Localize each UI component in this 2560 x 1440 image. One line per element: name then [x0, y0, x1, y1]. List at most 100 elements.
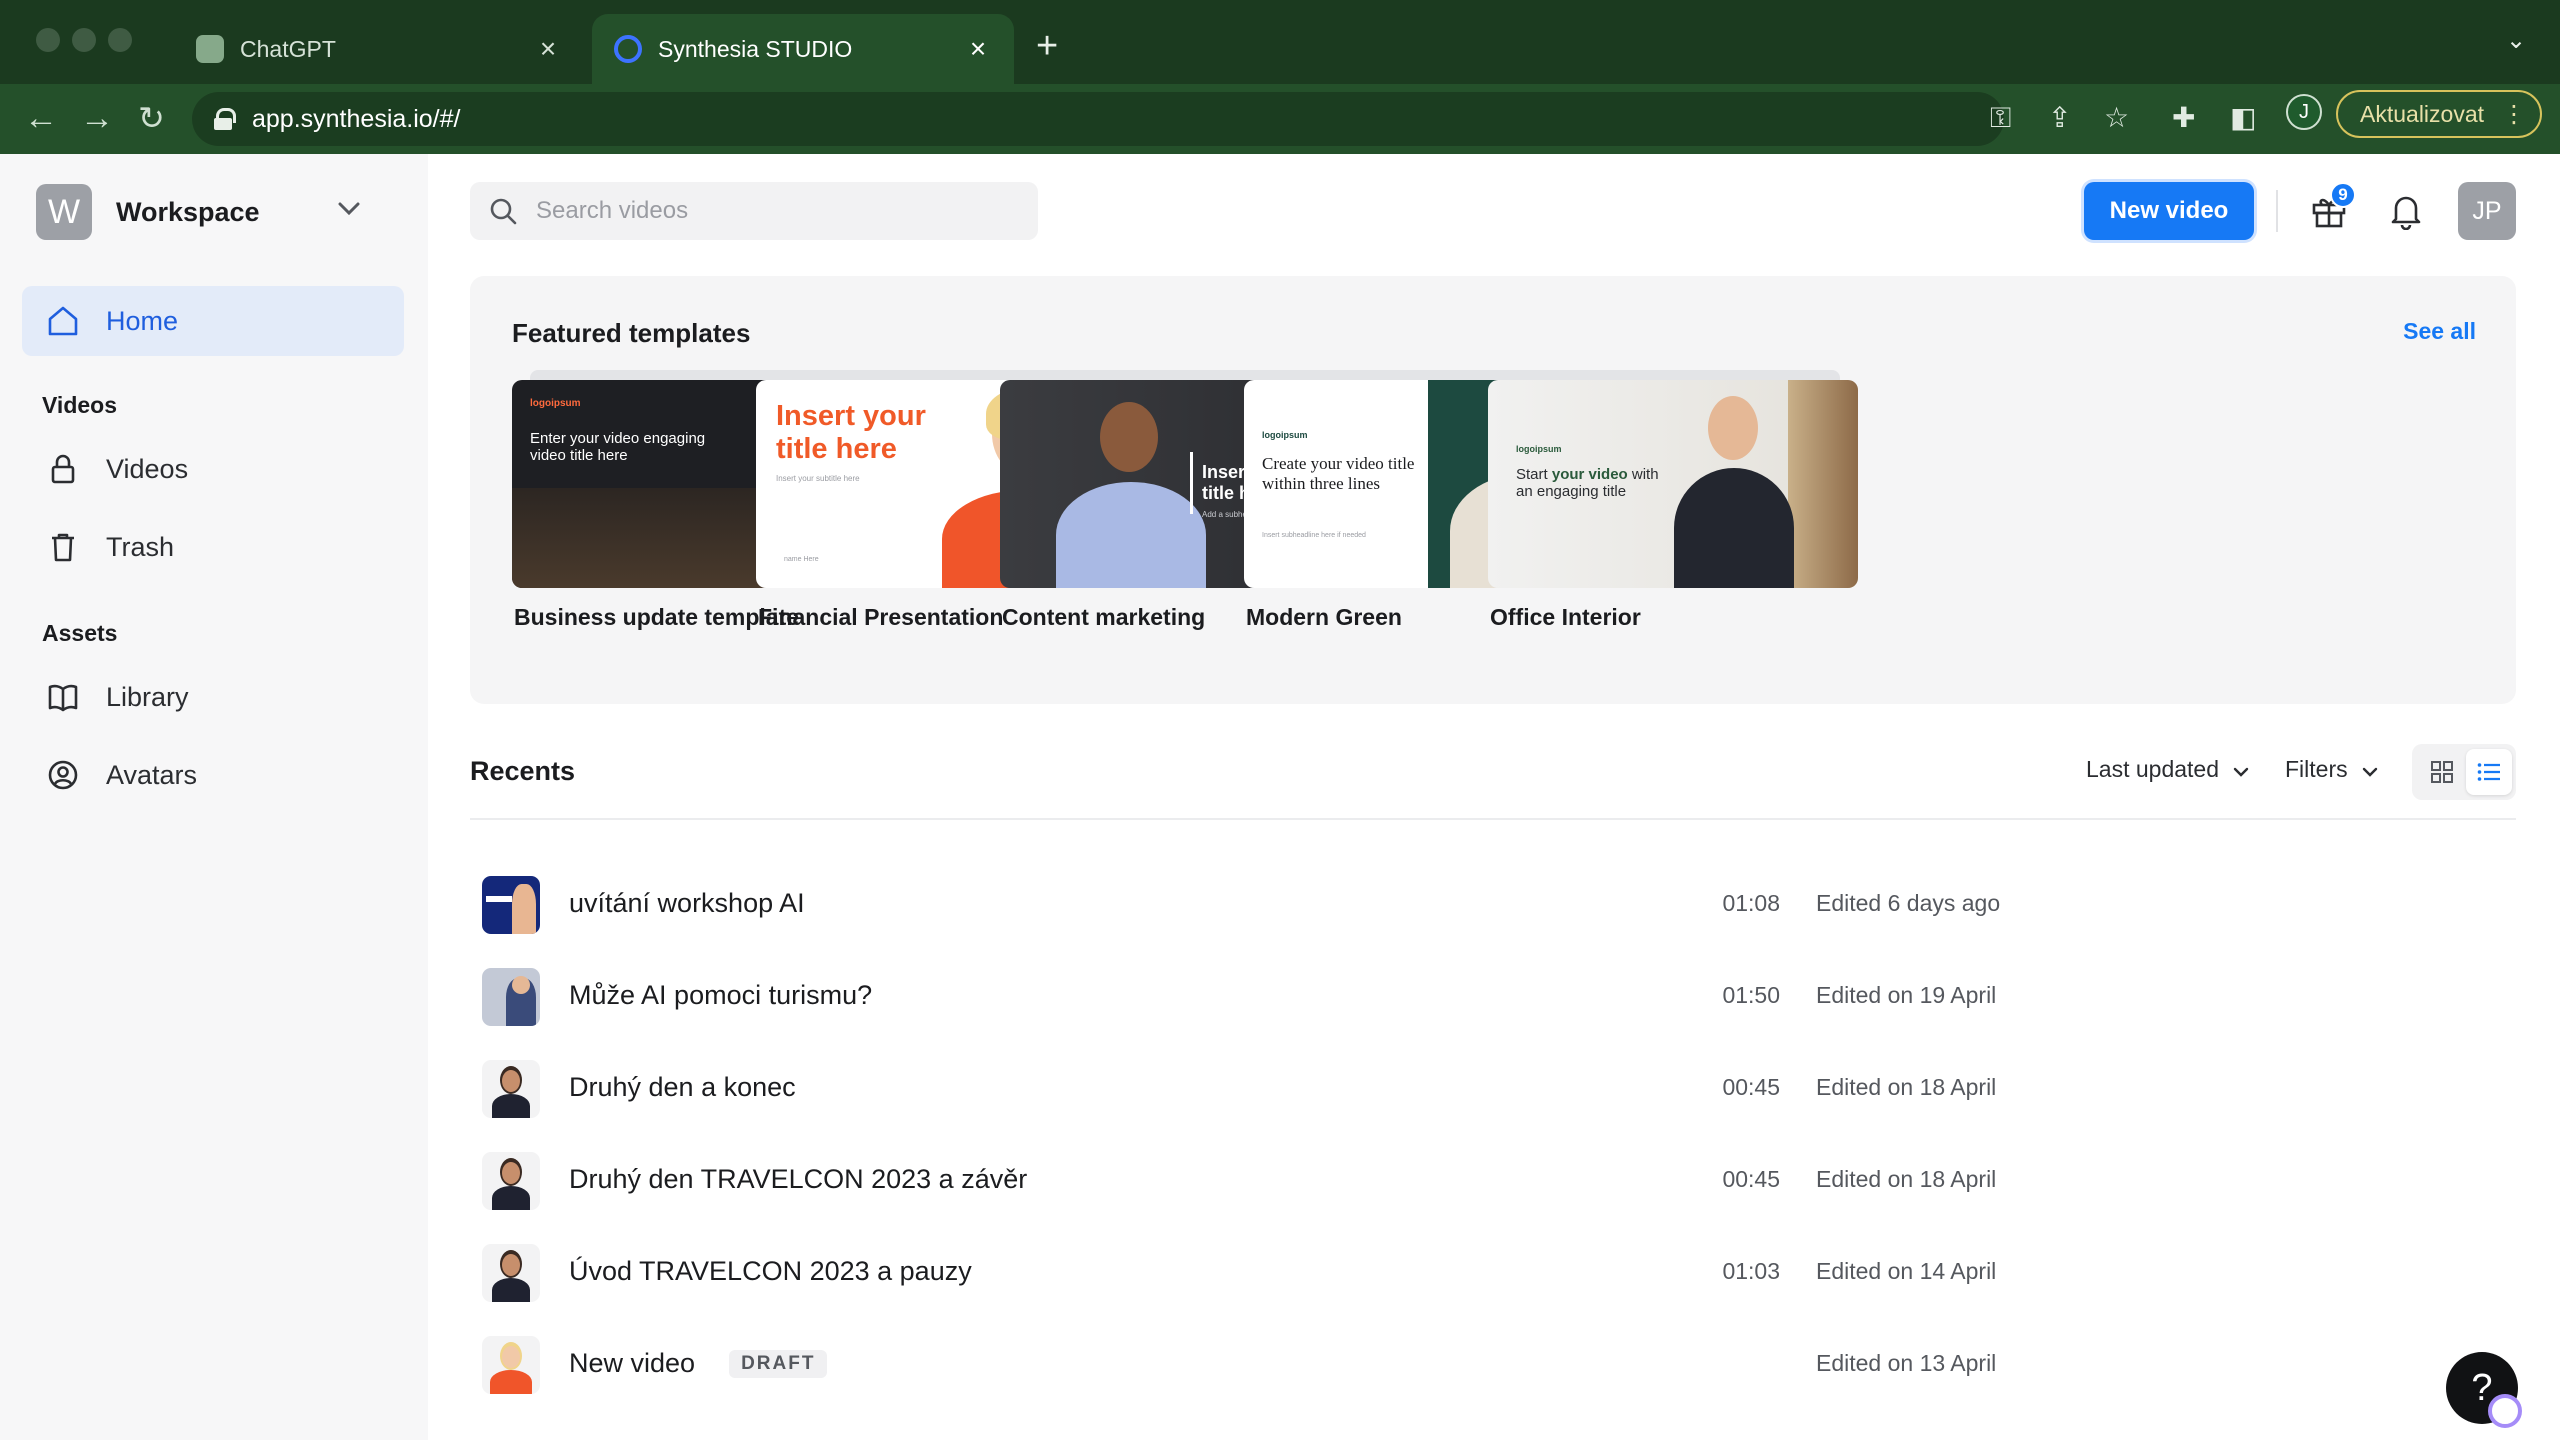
browser-update-button[interactable]: Aktualizovat ⋮ — [2336, 90, 2542, 138]
draft-badge: DRAFT — [729, 1350, 828, 1378]
sidebar-item-label: Trash — [106, 531, 175, 562]
share-icon[interactable]: ⇪ — [2048, 100, 2071, 136]
window-close-button[interactable] — [36, 28, 60, 52]
search-icon — [490, 198, 517, 225]
workspace-logo: W — [36, 184, 92, 240]
trash-icon — [52, 533, 74, 562]
featured-templates-panel: Featured templates See all logoipsum Ent… — [470, 276, 2516, 704]
table-row[interactable]: uvítání workshop AI 01:08 Edited 6 days … — [470, 858, 2516, 950]
home-icon — [48, 306, 78, 336]
table-row[interactable]: Druhý den a konec 00:45 Edited on 18 Apr… — [470, 1042, 2516, 1134]
url-text: app.synthesia.io/#/ — [252, 104, 461, 133]
update-label: Aktualizovat — [2360, 100, 2485, 127]
chevron-down-icon — [2234, 767, 2249, 777]
browser-tab-synthesia[interactable]: Synthesia STUDIO × — [592, 14, 1014, 84]
template-thumbnail: logoipsum Start your video with an engag… — [1488, 380, 1858, 588]
template-card-office-interior[interactable]: logoipsum Start your video with an engag… — [1488, 370, 1858, 631]
chatgpt-favicon-icon — [196, 35, 224, 63]
reload-icon[interactable]: ↻ — [138, 100, 165, 136]
chevron-down-icon[interactable] — [338, 196, 360, 222]
video-edited: Edited on 13 April — [1816, 1350, 1997, 1376]
sidebar-item-label: Videos — [106, 453, 189, 484]
browser-tab-chatgpt[interactable]: ChatGPT × — [174, 14, 584, 84]
browser-profile-avatar[interactable]: J — [2286, 94, 2322, 130]
window-zoom-button[interactable] — [108, 28, 132, 52]
video-duration: 01:08 — [1722, 890, 1780, 916]
video-thumbnail — [482, 1336, 540, 1394]
more-vertical-icon: ⋮ — [2502, 100, 2526, 128]
recents-divider — [470, 818, 2516, 820]
sidebar-item-videos[interactable]: Videos — [22, 438, 404, 500]
assistant-ring-icon[interactable] — [2488, 1394, 2522, 1428]
tab-title: ChatGPT — [240, 35, 336, 62]
grid-icon — [2431, 761, 2453, 783]
video-title: uvítání workshop AI — [569, 888, 805, 918]
extensions-puzzle-icon[interactable]: ✚ — [2172, 100, 2195, 136]
browser-tab-strip: ChatGPT × Synthesia STUDIO × + ⌄ — [0, 0, 2560, 84]
video-thumbnail — [482, 1060, 540, 1118]
video-duration: 00:45 — [1722, 1166, 1780, 1192]
sidebar: W Workspace Home Videos Videos Trash Ass… — [0, 154, 428, 1440]
sidebar-item-home[interactable]: Home — [22, 286, 404, 356]
see-all-link[interactable]: See all — [2403, 318, 2476, 345]
view-toggle — [2412, 744, 2516, 800]
video-title: Druhý den a konec — [569, 1072, 796, 1102]
search-input[interactable] — [536, 197, 996, 225]
workspace-switcher[interactable]: W Workspace — [36, 184, 260, 240]
sidebar-item-label: Library — [106, 681, 189, 712]
video-title: Může AI pomoci turismu? — [569, 980, 873, 1010]
address-bar[interactable]: app.synthesia.io/#/ — [192, 92, 2004, 146]
video-title: Druhý den TRAVELCON 2023 a závěr — [569, 1164, 1028, 1194]
video-thumbnail — [482, 876, 540, 934]
tab-search-chevron-icon[interactable]: ⌄ — [2506, 26, 2526, 55]
sidebar-item-trash[interactable]: Trash — [22, 516, 404, 578]
featured-templates-title: Featured templates — [512, 318, 751, 348]
sidebar-item-avatars[interactable]: Avatars — [22, 744, 404, 806]
table-row[interactable]: Může AI pomoci turismu? 01:50 Edited on … — [470, 950, 2516, 1042]
video-duration: 01:50 — [1722, 982, 1780, 1008]
video-edited: Edited on 18 April — [1816, 1074, 1997, 1100]
list-view-button[interactable] — [2466, 749, 2512, 795]
window-minimize-button[interactable] — [72, 28, 96, 52]
browser-toolbar: ← → ↻ app.synthesia.io/#/ ⚿ ⇪ ☆ ✚ ◧ — [0, 84, 2560, 154]
table-row[interactable]: New video DRAFT Edited on 13 April — [470, 1318, 2516, 1410]
tab-close-icon[interactable]: × — [964, 35, 992, 63]
filters-dropdown[interactable]: Filters — [2285, 756, 2378, 783]
bookmark-star-icon[interactable]: ☆ — [2104, 100, 2129, 136]
avatar-presenter — [1674, 396, 1794, 588]
book-icon — [48, 684, 78, 712]
tab-close-icon[interactable]: × — [534, 35, 562, 63]
user-avatar[interactable]: JP — [2458, 182, 2516, 240]
user-circle-icon — [48, 760, 78, 790]
lock-icon — [51, 454, 75, 484]
notification-count-badge: 9 — [2330, 182, 2356, 208]
table-row[interactable]: Úvod TRAVELCON 2023 a pauzy 01:03 Edited… — [470, 1226, 2516, 1318]
bell-icon[interactable] — [2388, 192, 2424, 230]
new-video-button[interactable]: New video — [2084, 182, 2254, 240]
video-edited: Edited on 18 April — [1816, 1166, 1997, 1192]
video-thumbnail — [482, 1244, 540, 1302]
template-name: Office Interior — [1490, 604, 1641, 630]
back-arrow-icon[interactable]: ← — [24, 100, 58, 136]
video-edited: Edited on 14 April — [1816, 1258, 1997, 1284]
video-duration: 00:45 — [1722, 1074, 1780, 1100]
grid-view-button[interactable] — [2422, 752, 2462, 792]
sort-label: Last updated — [2086, 756, 2220, 782]
search-box[interactable] — [470, 182, 1038, 240]
side-panel-icon[interactable]: ◧ — [2230, 100, 2256, 136]
sort-dropdown[interactable]: Last updated — [2086, 756, 2249, 783]
forward-arrow-icon[interactable]: → — [80, 100, 114, 136]
sidebar-item-label: Avatars — [106, 759, 198, 790]
video-edited: Edited 6 days ago — [1816, 890, 2001, 916]
synthesia-favicon-icon — [614, 35, 642, 63]
list-icon — [2477, 763, 2500, 781]
sidebar-item-library[interactable]: Library — [22, 666, 404, 728]
filters-label: Filters — [2285, 756, 2348, 782]
recents-title: Recents — [470, 756, 576, 786]
sidebar-item-label: Home — [106, 305, 179, 336]
video-thumbnail — [482, 1152, 540, 1210]
table-row[interactable]: Druhý den TRAVELCON 2023 a závěr 00:45 E… — [470, 1134, 2516, 1226]
new-tab-button[interactable]: + — [1036, 26, 1058, 66]
chevron-down-icon — [2362, 767, 2378, 777]
key-icon[interactable]: ⚿ — [1990, 100, 2011, 136]
